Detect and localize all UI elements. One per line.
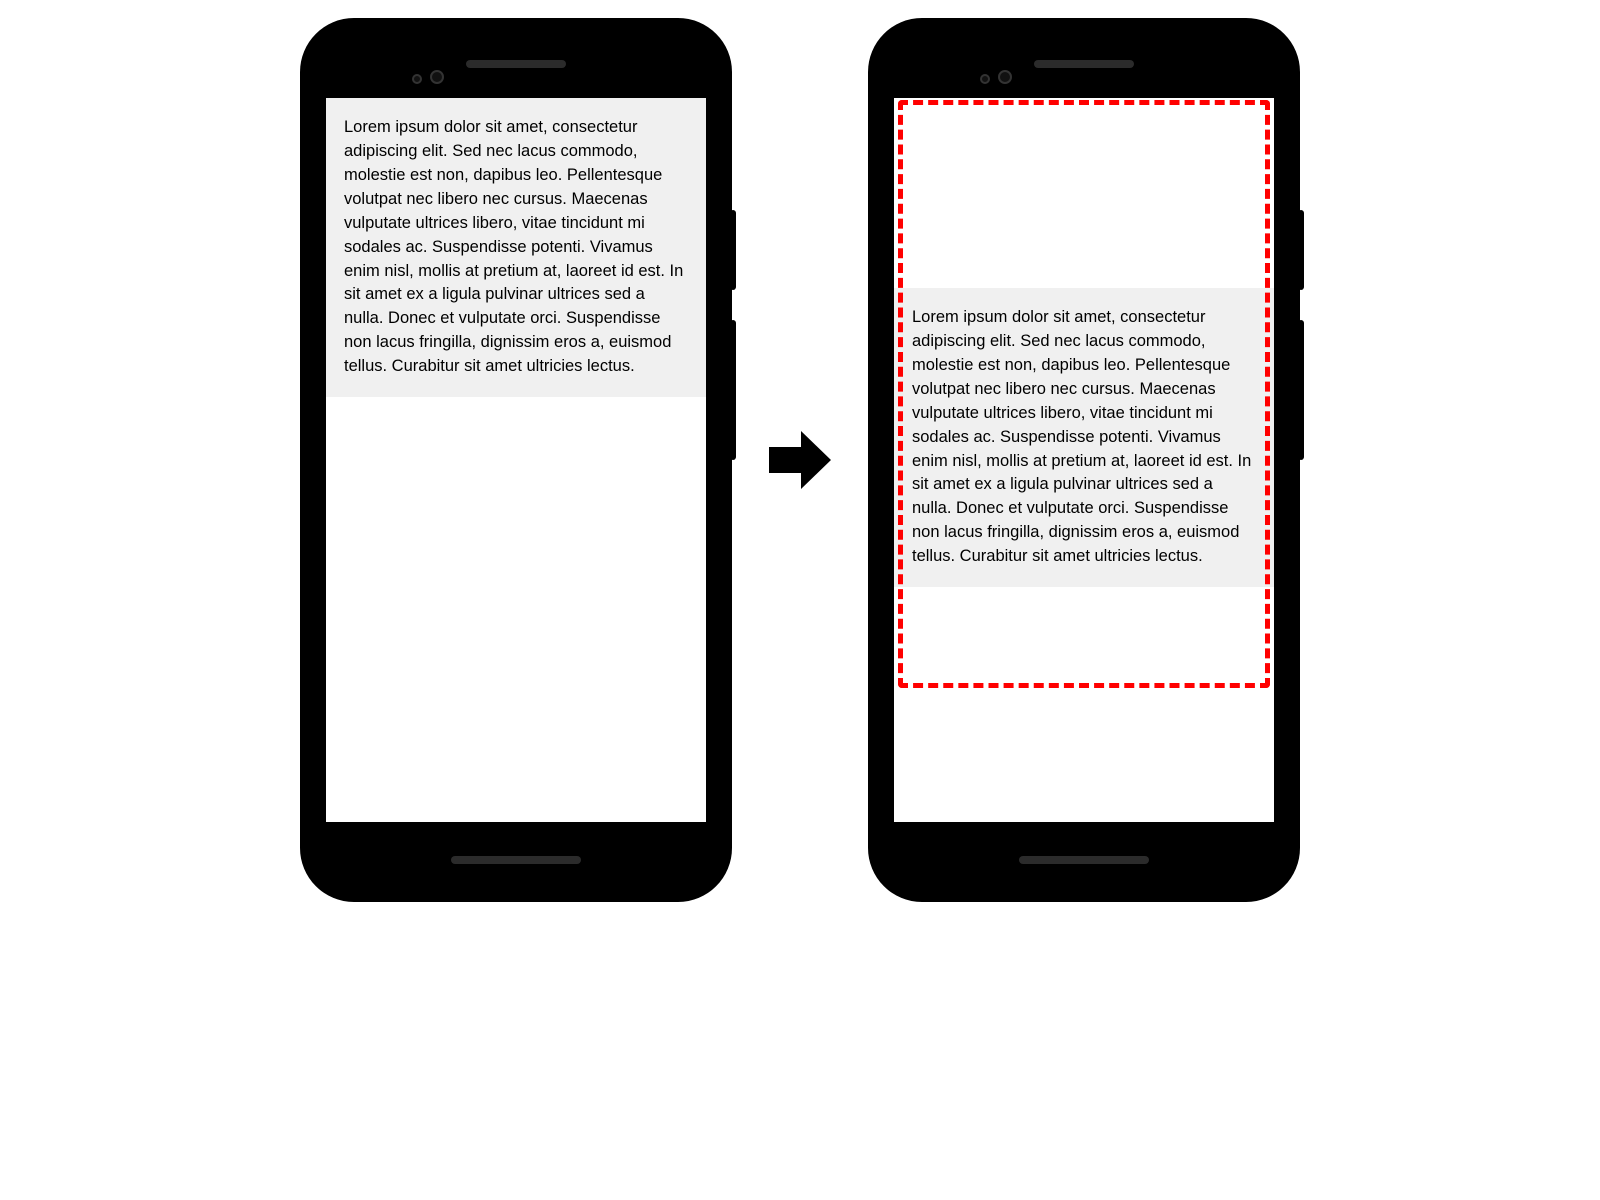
bottom-grille	[451, 856, 581, 864]
side-button	[1298, 210, 1304, 290]
phone-bezel: Lorem ipsum dolor sit amet, consectetur …	[312, 30, 720, 890]
screen-before: Lorem ipsum dolor sit amet, consectetur …	[326, 98, 706, 822]
side-button	[730, 320, 736, 460]
transition-arrow-icon	[765, 431, 835, 489]
camera-dot	[998, 70, 1012, 84]
screen-after: Lorem ipsum dolor sit amet, consectetur …	[894, 98, 1274, 822]
phone-bezel: Lorem ipsum dolor sit amet, consectetur …	[880, 30, 1288, 890]
speaker-grille	[1034, 60, 1134, 68]
camera-dot	[430, 70, 444, 84]
text-block-after: Lorem ipsum dolor sit amet, consectetur …	[894, 288, 1274, 587]
side-button	[1298, 320, 1304, 460]
side-button	[730, 210, 736, 290]
sensor-dot	[980, 74, 990, 84]
sensor-dot	[412, 74, 422, 84]
diagram-stage: Lorem ipsum dolor sit amet, consectetur …	[0, 20, 1600, 900]
phone-after: Lorem ipsum dolor sit amet, consectetur …	[870, 20, 1298, 900]
speaker-grille	[466, 60, 566, 68]
bottom-grille	[1019, 856, 1149, 864]
phone-before: Lorem ipsum dolor sit amet, consectetur …	[302, 20, 730, 900]
text-block-before: Lorem ipsum dolor sit amet, consectetur …	[326, 98, 706, 397]
